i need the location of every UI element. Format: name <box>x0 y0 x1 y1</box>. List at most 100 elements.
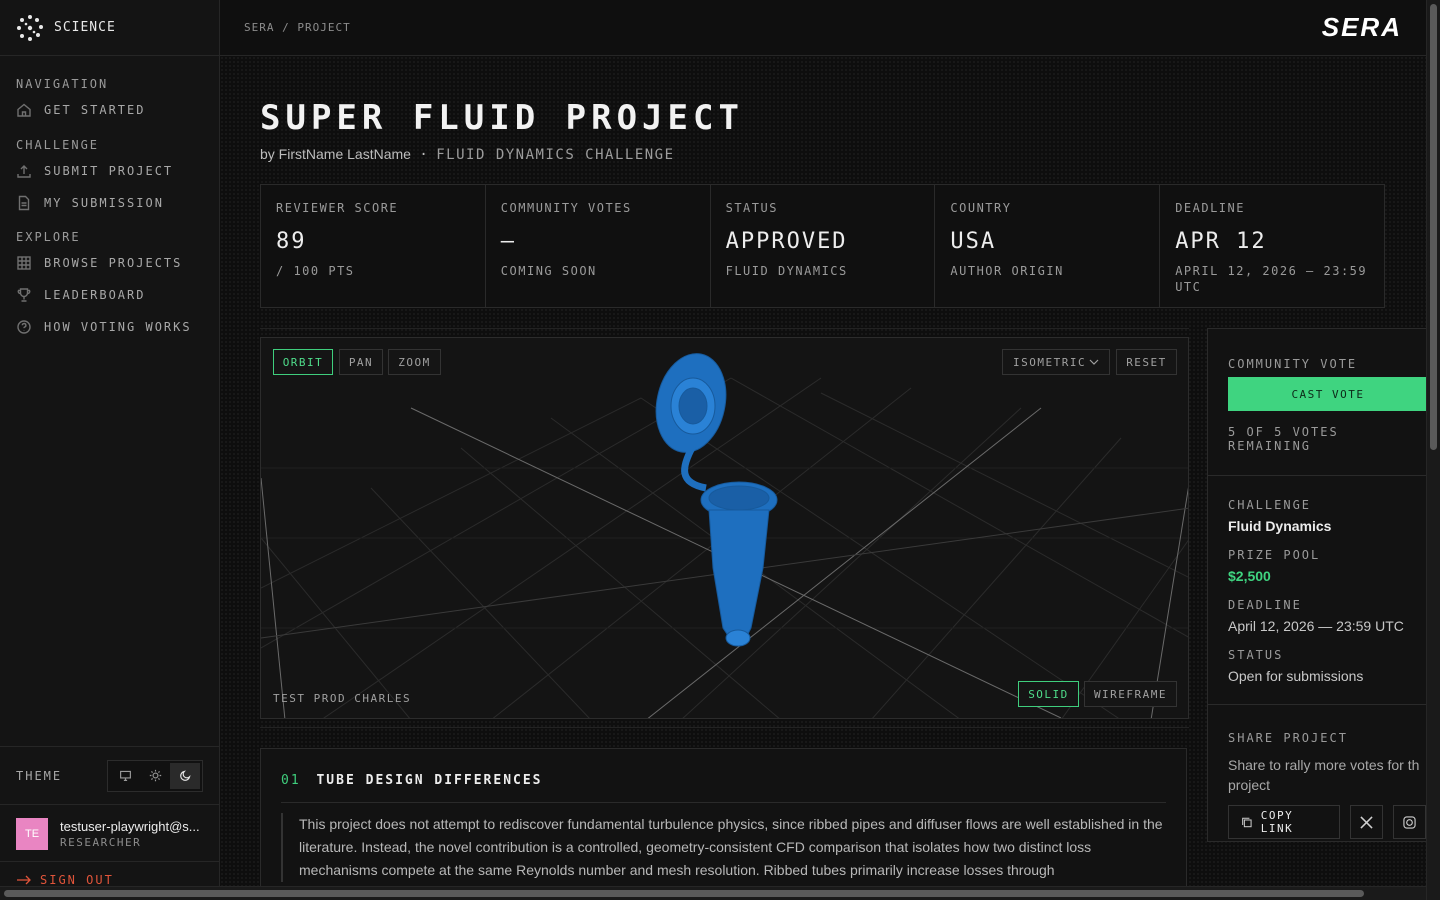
sidebar-item-label: SUBMIT PROJECT <box>44 164 174 178</box>
trophy-icon <box>17 288 31 302</box>
sidebar-item-my-submission[interactable]: MY SUBMISSION <box>16 187 219 219</box>
brand-name: SCIENCE <box>54 20 116 35</box>
stat-value: 89 <box>276 229 307 254</box>
sign-out-button[interactable]: SIGN OUT <box>16 873 114 887</box>
vertical-scrollbar-thumb[interactable] <box>1430 4 1437 450</box>
challenge-info: CHALLENGE Fluid Dynamics PRIZE POOL $2,5… <box>1208 476 1426 705</box>
monitor-icon <box>119 770 131 781</box>
model-label: TEST PROD CHARLES <box>273 692 412 705</box>
orbit-button[interactable]: ORBIT <box>273 349 333 375</box>
user-email: testuser-playwright@s... <box>60 818 200 834</box>
section-body: This project does not attempt to redisco… <box>281 813 1166 882</box>
sidebar: SCIENCE NAVIGATION GET STARTED CHALLENGE… <box>0 0 220 900</box>
status-label: STATUS <box>1228 648 1284 662</box>
prize-value: $2,500 <box>1228 568 1271 584</box>
nav-heading: NAVIGATION <box>16 77 109 91</box>
sidebar-item-submit-project[interactable]: SUBMIT PROJECT <box>16 155 219 187</box>
stat-sub: APRIL 12, 2026 — 23:59 UTC <box>1175 264 1368 294</box>
share-text-line: Share to rally more votes for th <box>1228 757 1420 773</box>
viewer-frame: ORBIT PAN ZOOM ISOMETRIC RESET SOLID WIR… <box>260 328 1189 728</box>
stat-label: COMMUNITY VOTES <box>500 201 632 215</box>
theme-label: THEME <box>16 768 63 783</box>
perspective-grid <box>261 353 1188 718</box>
theme-row: THEME <box>0 746 219 805</box>
stat-label: DEADLINE <box>1175 201 1245 215</box>
horizontal-scrollbar[interactable] <box>0 886 1426 900</box>
pan-button[interactable]: PAN <box>339 349 383 375</box>
stat-label: REVIEWER SCORE <box>276 201 399 215</box>
share-instagram-button[interactable] <box>1392 805 1426 839</box>
votes-remaining: 5 OF 5 VOTES REMAINING <box>1228 425 1339 453</box>
stat-community-votes: COMMUNITY VOTES — COMING SOON <box>486 185 711 307</box>
upload-icon <box>17 165 31 178</box>
stat-value: APPROVED <box>725 229 848 254</box>
home-icon <box>17 103 31 117</box>
sidebar-item-label: MY SUBMISSION <box>44 196 164 210</box>
sidebar-item-browse-projects[interactable]: BROWSE PROJECTS <box>16 247 219 279</box>
stat-status: STATUS APPROVED FLUID DYNAMICS <box>711 185 936 307</box>
sidebar-item-label: LEADERBOARD <box>44 288 146 302</box>
share-x-button[interactable] <box>1349 805 1383 839</box>
sidebar-item-get-started[interactable]: GET STARTED <box>16 94 219 126</box>
status-value: Open for submissions <box>1228 668 1364 684</box>
theme-dark-button[interactable] <box>170 762 200 789</box>
deadline-label: DEADLINE <box>1228 598 1302 612</box>
section-heading: 01 TUBE DESIGN DIFFERENCES <box>281 773 1166 803</box>
stat-country: COUNTRY USA AUTHOR ORIGIN <box>935 185 1161 307</box>
challenge-label: CHALLENGE <box>1228 498 1312 512</box>
breadcrumb[interactable]: SERA / PROJECT <box>244 21 351 34</box>
solid-button[interactable]: SOLID <box>1018 681 1079 707</box>
share-text: Share to rally more votes for th project <box>1228 755 1426 795</box>
challenge-value: Fluid Dynamics <box>1228 518 1332 534</box>
avatar: TE <box>16 817 48 850</box>
stat-sub: / 100 PTS <box>276 264 355 278</box>
section-title: TUBE DESIGN DIFFERENCES <box>316 773 543 788</box>
theme-system-button[interactable] <box>110 763 140 789</box>
stat-sub: FLUID DYNAMICS <box>725 264 848 278</box>
science-logo-icon <box>17 14 43 41</box>
copy-icon <box>1242 817 1252 827</box>
instagram-icon <box>1403 815 1416 829</box>
brand[interactable]: SCIENCE <box>0 0 219 56</box>
main-content: SUPER FLUID PROJECT by FirstName LastNam… <box>220 56 1426 886</box>
vote-label: COMMUNITY VOTE <box>1228 357 1358 371</box>
model-viewer[interactable]: ORBIT PAN ZOOM ISOMETRIC RESET SOLID WIR… <box>260 337 1189 719</box>
nav-section-explore: EXPLORE BROWSE PROJECTS LEADERBOARD HOW … <box>0 227 219 343</box>
moon-icon <box>179 770 191 781</box>
cast-vote-button[interactable]: CAST VOTE <box>1228 377 1426 411</box>
vote-section: COMMUNITY VOTE CAST VOTE 5 OF 5 VOTES RE… <box>1208 329 1426 476</box>
project-byline: by FirstName LastName · FLUID DYNAMICS C… <box>260 146 675 163</box>
top-bar: SERA / PROJECT SERA <box>220 0 1426 56</box>
user-profile[interactable]: TE testuser-playwright@s... RESEARCHER <box>0 806 219 862</box>
stat-sub: COMING SOON <box>500 264 597 278</box>
view-select[interactable]: ISOMETRIC <box>1002 349 1110 375</box>
share-text-line: project <box>1228 777 1271 793</box>
project-author: by FirstName LastName <box>260 146 411 162</box>
stats-bar: REVIEWER SCORE 89 / 100 PTS COMMUNITY VO… <box>260 184 1385 308</box>
x-logo-icon <box>1360 815 1373 829</box>
horizontal-scrollbar-thumb[interactable] <box>4 890 1364 897</box>
chevron-down-icon <box>1089 359 1099 365</box>
wireframe-button[interactable]: WIREFRAME <box>1084 681 1177 707</box>
zoom-button[interactable]: ZOOM <box>388 349 441 375</box>
nav-heading: CHALLENGE <box>16 138 100 152</box>
view-select-value: ISOMETRIC <box>1013 355 1087 369</box>
right-panel: COMMUNITY VOTE CAST VOTE 5 OF 5 VOTES RE… <box>1207 328 1426 842</box>
stat-value: APR 12 <box>1175 229 1267 254</box>
reset-button[interactable]: RESET <box>1116 349 1177 375</box>
stat-deadline: DEADLINE APR 12 APRIL 12, 2026 — 23:59 U… <box>1160 185 1384 307</box>
stat-value: — <box>500 229 517 254</box>
sun-icon <box>149 769 161 782</box>
nav-section-navigation: NAVIGATION GET STARTED <box>0 74 219 126</box>
sidebar-item-leaderboard[interactable]: LEADERBOARD <box>16 279 219 311</box>
user-role: RESEARCHER <box>60 835 142 849</box>
vertical-scrollbar[interactable] <box>1426 0 1440 900</box>
share-section: SHARE PROJECT Share to rally more votes … <box>1208 705 1426 859</box>
copy-link-button[interactable]: COPY LINK <box>1228 805 1340 839</box>
sidebar-item-how-voting-works[interactable]: HOW VOTING WORKS <box>16 311 219 343</box>
sera-logo[interactable]: SERA <box>1322 12 1402 43</box>
theme-light-button[interactable] <box>140 763 170 789</box>
document-icon <box>18 195 30 211</box>
section-number: 01 <box>281 773 301 788</box>
sidebar-item-label: HOW VOTING WORKS <box>44 320 192 334</box>
